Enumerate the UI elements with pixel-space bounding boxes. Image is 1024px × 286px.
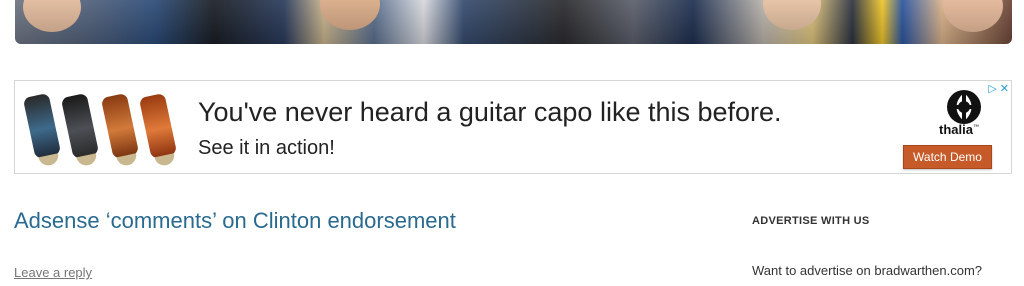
- ad-brand-name: thalia™: [939, 122, 979, 137]
- ad-headline[interactable]: You've never heard a guitar capo like th…: [198, 97, 782, 128]
- widget-text: Want to advertise on bradwarthen.com?: [752, 263, 983, 278]
- leave-reply-link[interactable]: Leave a reply: [14, 265, 92, 280]
- play-triangle-icon[interactable]: ▷: [988, 82, 996, 96]
- photo-shade: [15, 0, 1012, 44]
- capo-image: [100, 92, 140, 160]
- ad-banner[interactable]: You've never heard a guitar capo like th…: [14, 80, 1012, 174]
- capo-image: [138, 92, 178, 160]
- widget-title: ADVERTISE WITH US: [752, 215, 870, 227]
- capo-image: [60, 92, 100, 160]
- header-photo: [15, 0, 1012, 44]
- capo-image: [22, 92, 62, 160]
- close-icon[interactable]: ✕: [1000, 82, 1009, 96]
- capo-product-image: [22, 91, 193, 171]
- thalia-logo-icon: [947, 90, 981, 124]
- ad-subline[interactable]: See it in action!: [198, 137, 335, 160]
- post-title[interactable]: Adsense ‘comments’ on Clinton endorsemen…: [14, 208, 456, 234]
- watch-demo-button[interactable]: Watch Demo: [903, 145, 992, 169]
